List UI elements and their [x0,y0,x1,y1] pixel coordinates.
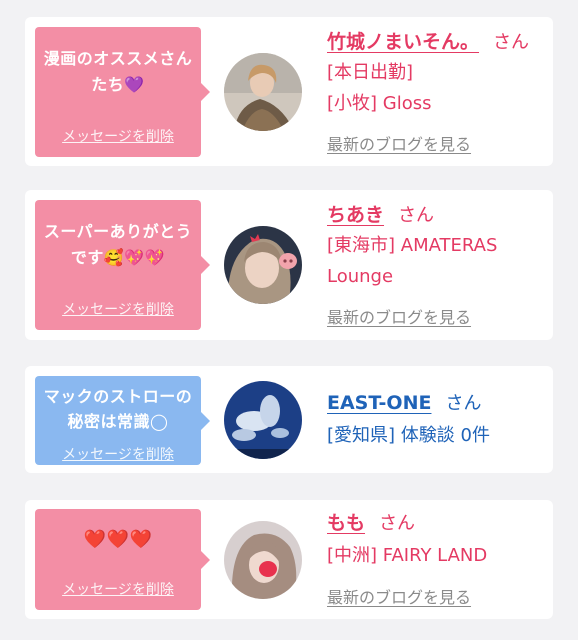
profile-info: EAST-ONE さん [愛知県] 体験談 0件 [327,388,545,451]
name-line: EAST-ONE さん [327,388,545,418]
shop-line: [東海市] AMATERAS [327,235,498,256]
message-card: ❤️❤️❤️ メッセージを削除 もも さん [中洲] FAIRY LAND 最新の… [25,500,553,619]
honorific: さん [445,393,482,414]
name-line: もも さん [327,508,545,538]
status-line: [本日出勤] [327,62,414,83]
avatar[interactable] [224,521,302,599]
review-count-line: [愛知県] 体験談 0件 [327,425,490,446]
avatar[interactable] [224,226,302,304]
shop-line: [中洲] FAIRY LAND [327,545,488,566]
name-line: ちあき さん [327,200,545,230]
profile-info: もも さん [中洲] FAIRY LAND 最新のブログを見る [327,508,545,607]
profile-name-link[interactable]: ちあき [327,204,384,226]
message-text: マックのストローの秘密は常識◯ [43,387,193,431]
latest-blog-link[interactable]: 最新のブログを見る [327,131,471,155]
message-bubble: マックのストローの秘密は常識◯ メッセージを削除 [35,376,210,465]
profile-info: ちあき さん [東海市] AMATERAS Lounge 最新のブログを見る [327,200,545,327]
delete-message-link[interactable]: メッセージを削除 [35,579,201,599]
message-card: スーパーありがとうです🥰💖💖 メッセージを削除 ちあき さん [東海市] AMAT… [25,190,553,340]
shop-line-continued: Lounge [327,266,394,287]
message-card: 漫画のオススメさんたち💜 メッセージを削除 竹城ノまいそん。 さん [本日出勤] … [25,17,553,166]
avatar[interactable] [224,53,302,131]
delete-message-link[interactable]: メッセージを削除 [35,126,201,146]
honorific: さん [398,205,435,226]
latest-blog-link[interactable]: 最新のブログを見る [327,584,471,608]
delete-message-link[interactable]: メッセージを削除 [35,444,201,464]
avatar[interactable] [224,381,302,459]
message-bubble: スーパーありがとうです🥰💖💖 メッセージを削除 [35,200,210,330]
name-line: 竹城ノまいそん。 さん [327,27,545,57]
profile-name-link[interactable]: EAST-ONE [327,392,431,414]
shop-line: [小牧] Gloss [327,93,432,114]
profile-name-link[interactable]: 竹城ノまいそん。 [327,31,479,53]
message-text: 漫画のオススメさんたち💜 [43,49,193,94]
delete-message-link[interactable]: メッセージを削除 [35,299,201,319]
message-text: ❤️❤️❤️ [83,529,153,550]
honorific: さん [493,32,530,53]
profile-name-link[interactable]: もも [327,512,365,534]
honorific: さん [379,513,416,534]
profile-info: 竹城ノまいそん。 さん [本日出勤] [小牧] Gloss 最新のブログを見る [327,27,545,154]
message-bubble: 漫画のオススメさんたち💜 メッセージを削除 [35,27,210,157]
message-text: スーパーありがとうです🥰💖💖 [43,222,193,267]
latest-blog-link[interactable]: 最新のブログを見る [327,304,471,328]
message-card: マックのストローの秘密は常識◯ メッセージを削除 EAST-ONE さん [愛知県… [25,366,553,473]
message-bubble: ❤️❤️❤️ メッセージを削除 [35,509,210,610]
